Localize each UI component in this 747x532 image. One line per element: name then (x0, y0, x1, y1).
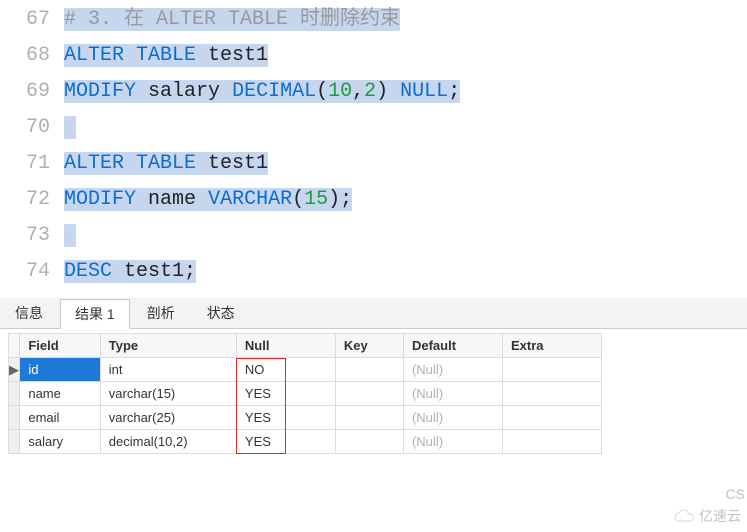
code-line[interactable]: 70 (0, 110, 747, 146)
code-line[interactable]: 67# 3. 在 ALTER TABLE 时删除约束 (0, 2, 747, 38)
line-number: 68 (0, 38, 64, 74)
code-content[interactable]: DESC test1; (64, 254, 196, 290)
code-content[interactable]: # 3. 在 ALTER TABLE 时删除约束 (64, 2, 400, 38)
cell[interactable]: varchar(15) (100, 382, 236, 406)
cell[interactable]: (Null) (403, 430, 502, 454)
code-content[interactable]: MODIFY name VARCHAR(15); (64, 182, 352, 218)
cell[interactable]: NO (236, 358, 335, 382)
line-number: 73 (0, 218, 64, 254)
line-number: 69 (0, 74, 64, 110)
cell[interactable] (335, 406, 403, 430)
line-number: 71 (0, 146, 64, 182)
cell[interactable]: int (100, 358, 236, 382)
tab-1[interactable]: 结果 1 (60, 299, 130, 329)
table-row[interactable]: salarydecimal(10,2)YES (Null) (9, 430, 602, 454)
cell[interactable]: id (20, 358, 100, 382)
tab-2[interactable]: 剖析 (132, 298, 190, 328)
row-indicator: ▶ (9, 358, 20, 382)
cloud-icon (673, 509, 695, 523)
code-content[interactable] (64, 218, 76, 254)
row-indicator (9, 430, 20, 454)
col-header[interactable]: Field (20, 334, 100, 358)
code-line[interactable]: 68ALTER TABLE test1 (0, 38, 747, 74)
line-number: 67 (0, 2, 64, 38)
cell[interactable]: (Null) (403, 406, 502, 430)
tab-3[interactable]: 状态 (192, 298, 250, 328)
col-header[interactable]: Default (403, 334, 502, 358)
cell[interactable]: decimal(10,2) (100, 430, 236, 454)
cell[interactable] (335, 430, 403, 454)
code-line[interactable]: 69MODIFY salary DECIMAL(10,2) NULL; (0, 74, 747, 110)
sql-editor[interactable]: 67# 3. 在 ALTER TABLE 时删除约束68ALTER TABLE … (0, 0, 747, 290)
table-row[interactable]: ▶idintNO (Null) (9, 358, 602, 382)
cell[interactable]: name (20, 382, 100, 406)
cs-mark: CS (726, 486, 745, 502)
col-header[interactable]: Type (100, 334, 236, 358)
cell[interactable]: YES (236, 406, 335, 430)
code-content[interactable]: ALTER TABLE test1 (64, 38, 268, 74)
cell[interactable]: email (20, 406, 100, 430)
watermark: 亿速云 (673, 506, 741, 526)
result-table: FieldTypeNullKeyDefaultExtra ▶idintNO (Nul… (8, 333, 602, 454)
cell[interactable]: salary (20, 430, 100, 454)
code-line[interactable]: 72MODIFY name VARCHAR(15); (0, 182, 747, 218)
code-content[interactable] (64, 110, 76, 146)
cell[interactable] (502, 406, 601, 430)
row-indicator (9, 382, 20, 406)
col-header[interactable]: Null (236, 334, 335, 358)
cell[interactable] (502, 430, 601, 454)
cell[interactable] (502, 382, 601, 406)
cell[interactable]: varchar(25) (100, 406, 236, 430)
code-content[interactable]: MODIFY salary DECIMAL(10,2) NULL; (64, 74, 460, 110)
watermark-text: 亿速云 (699, 506, 741, 526)
code-line[interactable]: 73 (0, 218, 747, 254)
result-tabs: 信息结果 1剖析状态 (0, 298, 747, 329)
cell[interactable] (335, 382, 403, 406)
row-indicator (9, 406, 20, 430)
cell[interactable]: (Null) (403, 382, 502, 406)
cell[interactable] (502, 358, 601, 382)
table-row[interactable]: namevarchar(15)YES (Null) (9, 382, 602, 406)
col-header[interactable]: Key (335, 334, 403, 358)
tab-0[interactable]: 信息 (0, 298, 58, 328)
col-header[interactable]: Extra (502, 334, 601, 358)
line-number: 72 (0, 182, 64, 218)
cell[interactable]: (Null) (403, 358, 502, 382)
code-line[interactable]: 71ALTER TABLE test1 (0, 146, 747, 182)
line-number: 70 (0, 110, 64, 146)
line-number: 74 (0, 254, 64, 290)
cell[interactable] (335, 358, 403, 382)
code-line[interactable]: 74DESC test1; (0, 254, 747, 290)
code-content[interactable]: ALTER TABLE test1 (64, 146, 268, 182)
table-row[interactable]: emailvarchar(25)YES (Null) (9, 406, 602, 430)
cell[interactable]: YES (236, 382, 335, 406)
cell[interactable]: YES (236, 430, 335, 454)
